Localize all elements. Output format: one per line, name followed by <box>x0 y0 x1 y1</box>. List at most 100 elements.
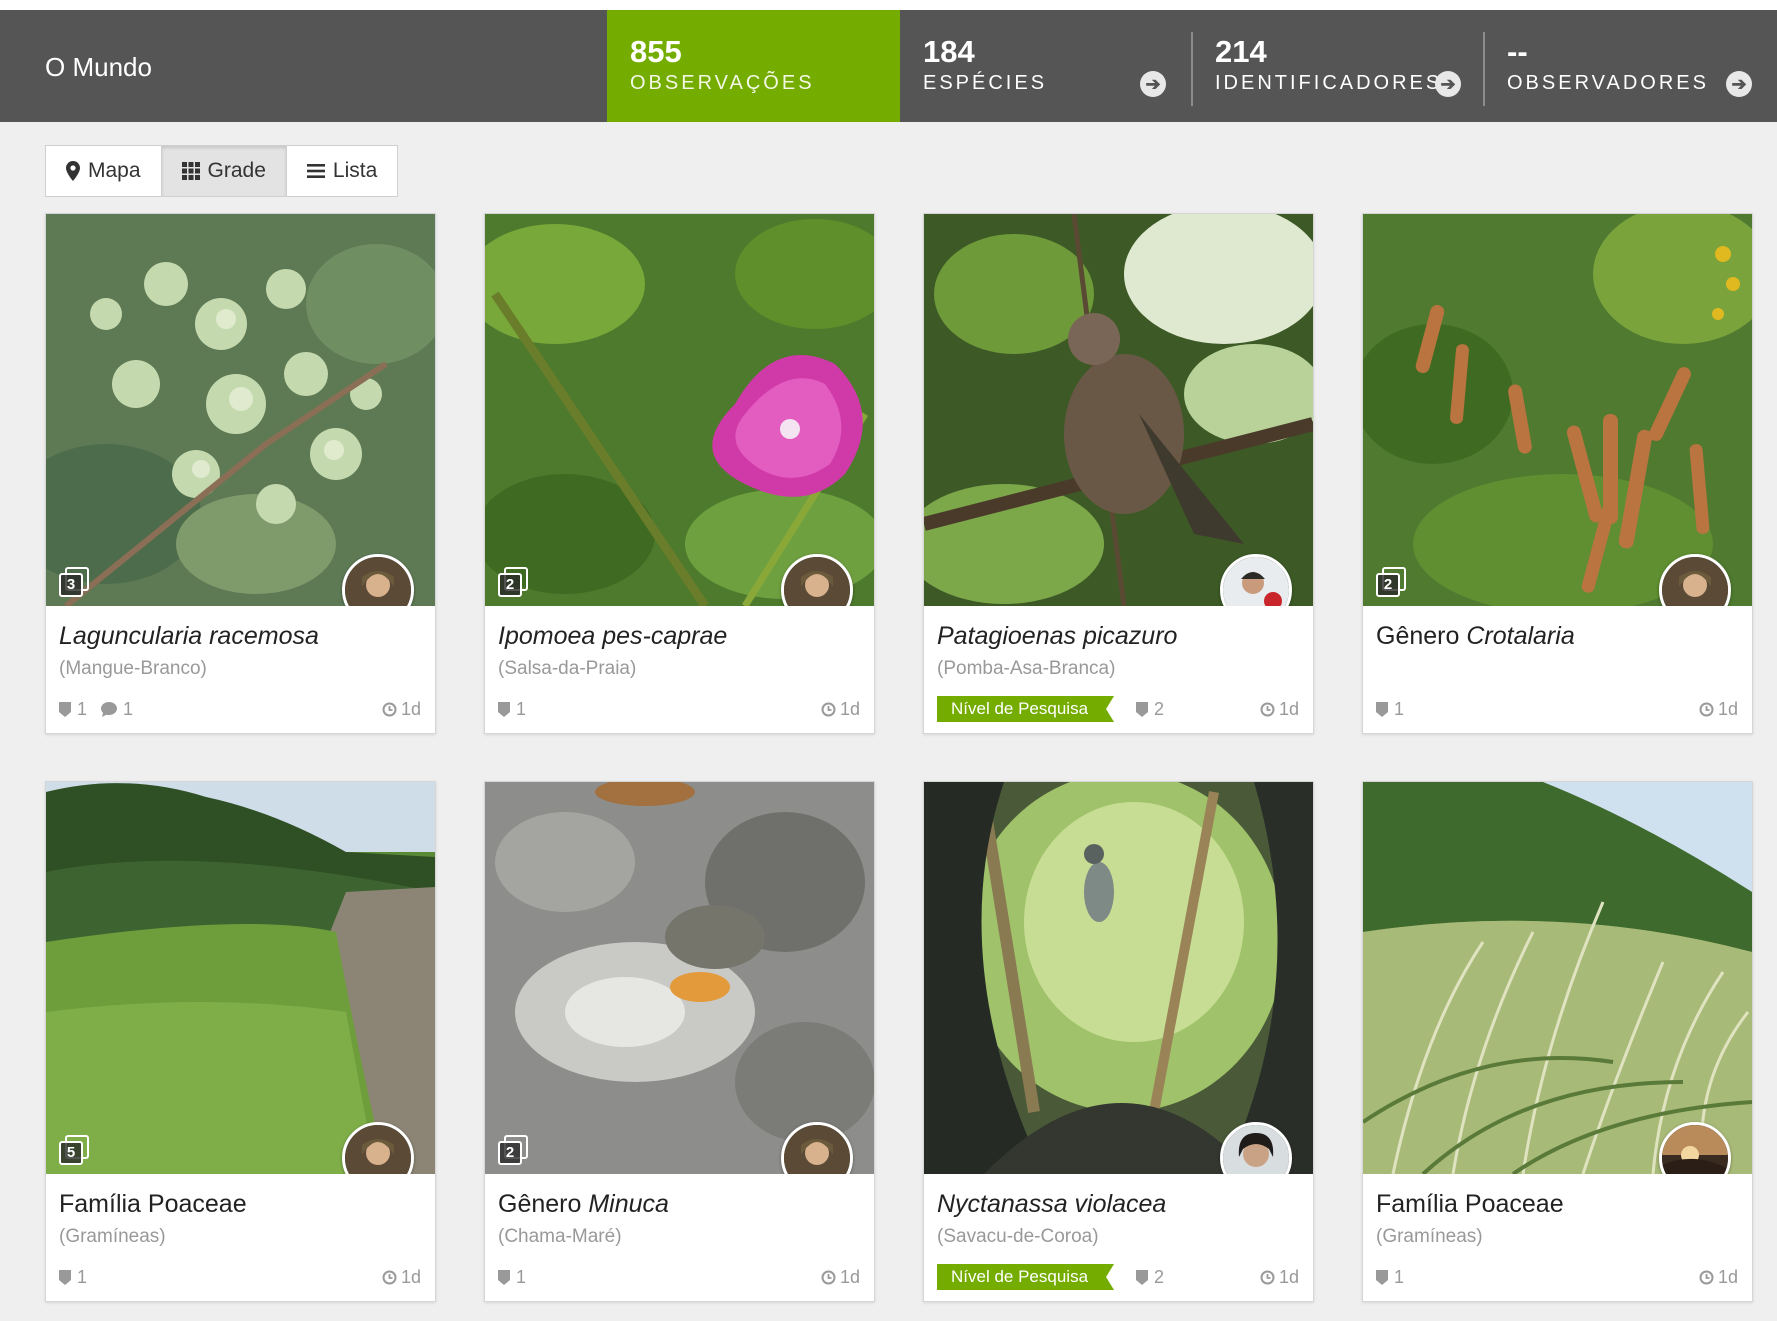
observation-photo[interactable]: 2 <box>1363 214 1752 606</box>
grid-view-button[interactable]: Grade <box>161 146 287 196</box>
observation-age: 1d <box>1260 1266 1299 1288</box>
quality-grade-badge: Nível de Pesquisa <box>937 696 1114 722</box>
observation-photo[interactable]: 5 <box>46 782 435 1174</box>
stats-bar: O Mundo 855 OBSERVAÇÕES 184 ESPÉCIES ➔ 2… <box>0 10 1777 122</box>
map-view-label: Mapa <box>88 159 141 182</box>
observation-age: 1d <box>821 698 860 720</box>
card-meta: 1 <box>1376 1266 1418 1288</box>
observation-card[interactable]: 5 Família Poaceae (Gramíneas) 1 1d <box>45 781 436 1302</box>
identification-tag-icon <box>1376 701 1388 717</box>
observation-age: 1d <box>1699 1266 1738 1288</box>
stat-identifiers-count: 214 <box>1215 34 1267 69</box>
common-name: (Chama-Maré) <box>498 1226 622 1247</box>
stat-observers-label: OBSERVADORES <box>1507 72 1709 94</box>
card-meta: 1 1 <box>59 698 147 720</box>
common-name: (Savacu-de-Coroa) <box>937 1226 1099 1247</box>
observation-photo[interactable] <box>924 782 1313 1174</box>
clock-icon <box>1699 702 1714 716</box>
taxon-name[interactable]: Gênero Minuca <box>498 1190 669 1219</box>
stat-species-label: ESPÉCIES <box>923 72 1048 94</box>
identification-tag-icon <box>498 701 510 717</box>
place-title: O Mundo <box>45 52 152 82</box>
clock-icon <box>821 1270 836 1284</box>
observation-card[interactable]: Nyctanassa violacea (Savacu-de-Coroa) Ní… <box>923 781 1314 1302</box>
map-view-button[interactable]: Mapa <box>46 146 162 196</box>
common-name: (Pomba-Asa-Branca) <box>937 658 1116 679</box>
observation-card[interactable]: Família Poaceae (Gramíneas) 1 1d <box>1362 781 1753 1302</box>
taxon-name[interactable]: Família Poaceae <box>59 1190 247 1219</box>
observation-photo[interactable] <box>1363 782 1752 1174</box>
photo-count-badge: 2 <box>498 1135 528 1169</box>
identifications-count: 1 <box>1376 699 1404 720</box>
card-meta: 1 <box>59 1266 101 1288</box>
stat-observers[interactable]: -- OBSERVADORES ➔ <box>1484 10 1777 122</box>
card-meta: 1 <box>498 1266 540 1288</box>
map-marker-icon <box>66 161 80 181</box>
observation-age: 1d <box>1699 698 1738 720</box>
taxon-name[interactable]: Gênero Crotalaria <box>1376 622 1575 651</box>
taxon-name[interactable]: Patagioenas picazuro <box>937 622 1177 651</box>
identifications-count: 2 <box>1136 1267 1164 1288</box>
comment-icon <box>101 701 118 717</box>
stat-observations-label: OBSERVAÇÕES <box>630 72 815 94</box>
stat-observations-count: 855 <box>630 34 682 69</box>
photo-count-badge: 2 <box>498 567 528 601</box>
identifications-count: 1 <box>59 1267 87 1288</box>
card-meta: Nível de Pesquisa 2 <box>937 1266 1178 1288</box>
taxon-name[interactable]: Família Poaceae <box>1376 1190 1564 1219</box>
taxon-name[interactable]: Ipomoea pes-caprae <box>498 622 727 651</box>
taxon-name[interactable]: Laguncularia racemosa <box>59 622 319 651</box>
identification-tag-icon <box>1376 1269 1388 1285</box>
identification-tag-icon <box>1136 701 1149 717</box>
grid-icon <box>181 162 200 180</box>
top-strip <box>0 0 1777 10</box>
card-meta: Nível de Pesquisa 2 <box>937 698 1178 720</box>
stat-observations[interactable]: 855 OBSERVAÇÕES <box>607 10 900 122</box>
observation-photo[interactable]: 2 <box>485 214 874 606</box>
common-name: (Salsa-da-Praia) <box>498 658 637 679</box>
common-name: (Gramíneas) <box>1376 1226 1483 1247</box>
observation-card[interactable]: 2 Ipomoea pes-caprae (Salsa-da-Praia) 1 … <box>484 213 875 734</box>
arrow-right-icon[interactable]: ➔ <box>1726 71 1752 97</box>
stat-identifiers[interactable]: 214 IDENTIFICADORES ➔ <box>1192 10 1484 122</box>
clock-icon <box>821 702 836 716</box>
card-meta: 1 <box>498 698 540 720</box>
identification-tag-icon <box>1136 1269 1149 1285</box>
identifications-count: 1 <box>1376 1267 1404 1288</box>
stat-species[interactable]: 184 ESPÉCIES ➔ <box>900 10 1192 122</box>
observation-card[interactable]: 3 Laguncularia racemosa (Mangue-Branco) … <box>45 213 436 734</box>
arrow-right-icon[interactable]: ➔ <box>1140 71 1166 97</box>
list-view-button[interactable]: Lista <box>287 146 397 196</box>
observation-photo[interactable] <box>924 214 1313 606</box>
taxon-name[interactable]: Nyctanassa violacea <box>937 1190 1166 1219</box>
identifications-count: 1 <box>498 699 526 720</box>
photo-count-badge: 2 <box>1376 567 1406 601</box>
observation-card[interactable]: Patagioenas picazuro (Pomba-Asa-Branca) … <box>923 213 1314 734</box>
clock-icon <box>382 1270 397 1284</box>
stat-observers-count: -- <box>1507 34 1528 69</box>
quality-grade-badge: Nível de Pesquisa <box>937 1264 1114 1290</box>
list-icon <box>306 164 325 178</box>
observation-photo[interactable]: 3 <box>46 214 435 606</box>
clock-icon <box>1260 1270 1275 1284</box>
common-name: (Gramíneas) <box>59 1226 166 1247</box>
observation-age: 1d <box>382 698 421 720</box>
clock-icon <box>382 702 397 716</box>
observation-card[interactable]: 2 Gênero Minuca (Chama-Maré) 1 1d <box>484 781 875 1302</box>
arrow-right-icon[interactable]: ➔ <box>1435 71 1461 97</box>
photo-count-badge: 3 <box>59 567 89 601</box>
clock-icon <box>1699 1270 1714 1284</box>
identifications-count: 1 <box>498 1267 526 1288</box>
observation-card[interactable]: 2 Gênero Crotalaria 1 1d <box>1362 213 1753 734</box>
stat-identifiers-label: IDENTIFICADORES <box>1215 72 1443 94</box>
observation-age: 1d <box>1260 698 1299 720</box>
photo-count-badge: 5 <box>59 1135 89 1169</box>
observation-photo[interactable]: 2 <box>485 782 874 1174</box>
identifications-count: 1 <box>59 699 87 720</box>
grid-view-label: Grade <box>207 159 266 182</box>
observation-age: 1d <box>382 1266 421 1288</box>
observation-age: 1d <box>821 1266 860 1288</box>
list-view-label: Lista <box>332 159 378 182</box>
identification-tag-icon <box>59 1269 71 1285</box>
view-toggle: Mapa Grade Lista <box>45 145 399 197</box>
